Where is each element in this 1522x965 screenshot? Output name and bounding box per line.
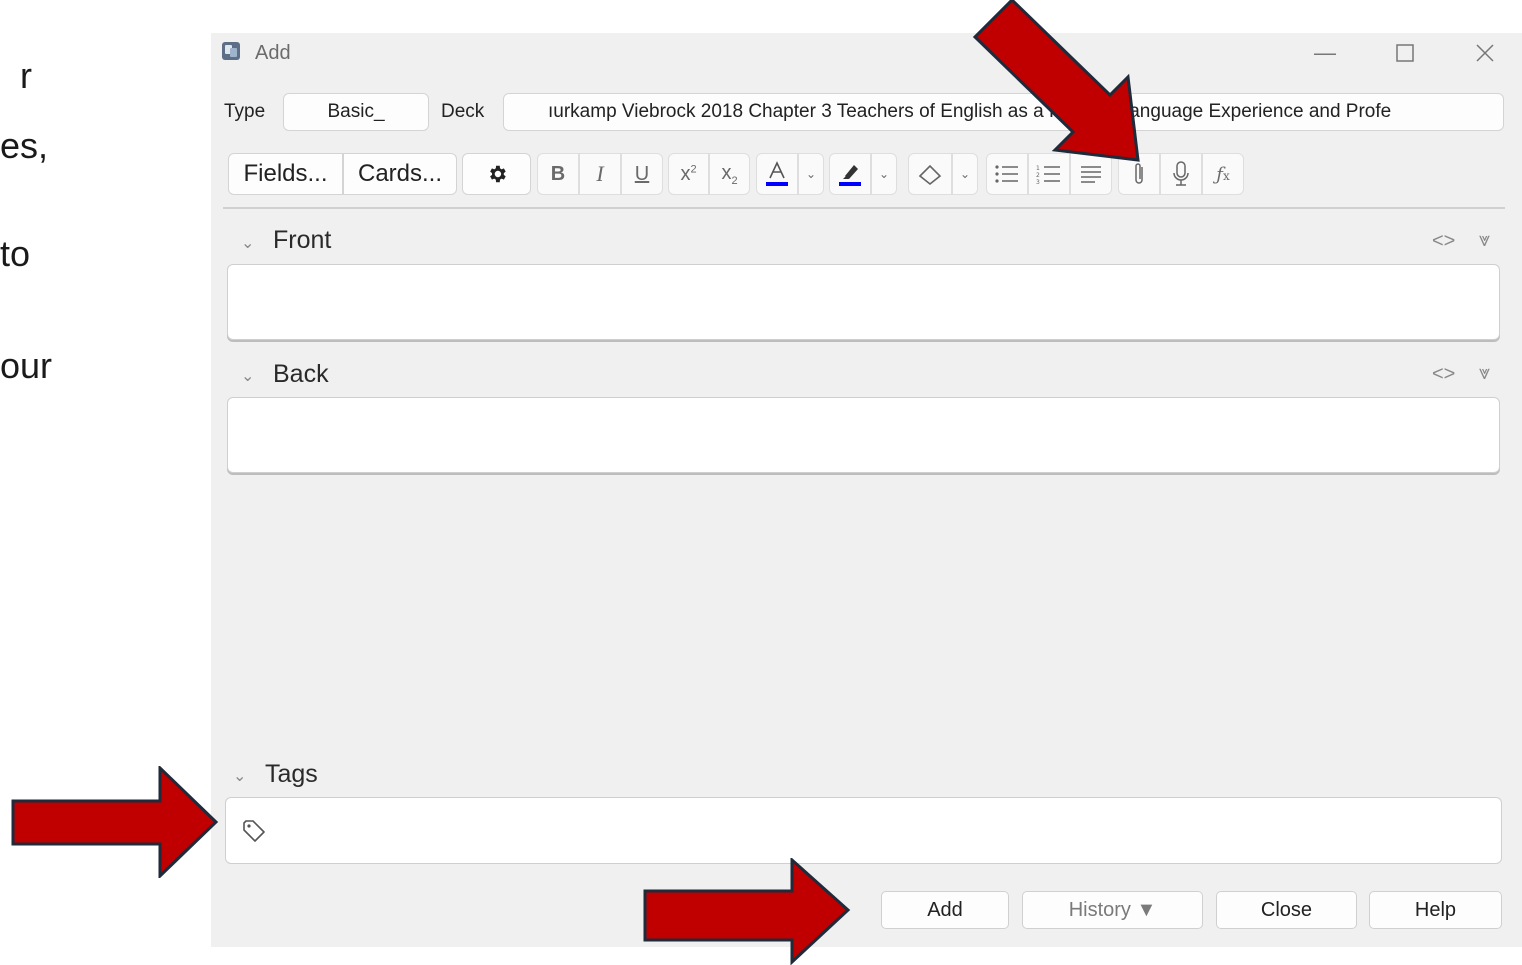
- bg-text-fragment: r: [20, 55, 32, 96]
- superscript-icon: x2: [680, 162, 697, 185]
- note-type-value: Basic_: [327, 101, 385, 122]
- html-editor-icon[interactable]: <>: [1432, 230, 1455, 253]
- collapse-back-icon[interactable]: ⌄: [241, 366, 254, 386]
- function-icon: ƒx: [1216, 163, 1230, 185]
- tags-label: Tags: [265, 760, 318, 788]
- bg-text-fragment: es,: [0, 125, 49, 166]
- front-field-input[interactable]: [227, 264, 1500, 340]
- close-button-label: Close: [1260, 898, 1313, 921]
- type-label: Type: [224, 101, 266, 122]
- maximize-icon[interactable]: [1385, 37, 1425, 69]
- pin-icon[interactable]: ⩔: [1479, 229, 1490, 252]
- microphone-icon: [1173, 161, 1189, 186]
- close-window-icon[interactable]: [1465, 37, 1505, 69]
- underline-icon: U: [634, 162, 650, 185]
- add-button-label: Add: [927, 898, 963, 921]
- eraser-icon: [918, 164, 942, 186]
- underline-button[interactable]: U: [621, 153, 663, 195]
- front-field-label: Front: [273, 226, 332, 254]
- deck-label: Deck: [441, 101, 485, 122]
- highlighter-icon: [839, 165, 861, 186]
- superscript-button[interactable]: x2: [668, 153, 709, 195]
- add-note-window: Add — Type Basic_ Deck ıurkamp Viebrock …: [211, 33, 1522, 947]
- chevron-down-icon: ⌄: [805, 167, 817, 181]
- back-field-input[interactable]: [227, 397, 1500, 473]
- italic-icon: I: [596, 161, 604, 186]
- chevron-down-icon: ⌄: [878, 167, 890, 181]
- help-button-label: Help: [1414, 898, 1457, 921]
- pin-icon[interactable]: ⩔: [1479, 362, 1490, 385]
- app-icon: [222, 42, 240, 60]
- record-audio-button[interactable]: [1160, 153, 1202, 195]
- text-color-icon: [766, 161, 788, 186]
- tags-input[interactable]: [225, 797, 1502, 864]
- history-button[interactable]: History ▼: [1022, 891, 1203, 929]
- highlight-color-dropdown[interactable]: ⌄: [871, 153, 897, 195]
- minimize-icon[interactable]: —: [1305, 37, 1345, 69]
- svg-text:2: 2: [1036, 172, 1040, 179]
- gear-icon: [489, 165, 506, 183]
- fields-button-label: Fields...: [243, 160, 328, 187]
- annotation-arrow-add: [643, 858, 851, 965]
- bold-icon: B: [550, 162, 566, 185]
- back-field-label: Back: [273, 360, 329, 388]
- title-bar: Add —: [211, 33, 1522, 73]
- annotation-arrow-attach: [972, 0, 1140, 162]
- bg-text-fragment: to: [0, 233, 31, 274]
- eraser-button[interactable]: [908, 153, 952, 195]
- tag-icon: [243, 820, 265, 842]
- annotation-arrow-tags: [11, 766, 219, 878]
- cards-button-label: Cards...: [357, 160, 443, 187]
- italic-button[interactable]: I: [579, 153, 621, 195]
- cards-button[interactable]: Cards...: [343, 153, 457, 195]
- svg-text:3: 3: [1036, 179, 1040, 185]
- bold-button[interactable]: B: [537, 153, 579, 195]
- note-type-selector[interactable]: Basic_: [283, 93, 429, 131]
- help-button[interactable]: Help: [1369, 891, 1502, 929]
- collapse-tags-icon[interactable]: ⌄: [233, 766, 246, 786]
- toolbar-separator: [223, 207, 1505, 209]
- text-color-dropdown[interactable]: ⌄: [798, 153, 824, 195]
- math-button[interactable]: ƒx: [1202, 153, 1244, 195]
- add-button[interactable]: Add: [881, 891, 1009, 929]
- html-editor-icon[interactable]: <>: [1432, 363, 1455, 386]
- options-gear-button[interactable]: [462, 153, 531, 195]
- window-title: Add: [255, 42, 291, 64]
- highlight-color-button[interactable]: [829, 153, 871, 195]
- history-button-label: History ▼: [1068, 898, 1157, 921]
- subscript-button[interactable]: x2: [709, 153, 750, 195]
- subscript-icon: x2: [721, 161, 738, 187]
- fields-button[interactable]: Fields...: [228, 153, 343, 195]
- text-color-button[interactable]: [756, 153, 798, 195]
- collapse-front-icon[interactable]: ⌄: [241, 233, 254, 253]
- bg-text-fragment: our: [0, 345, 53, 386]
- close-button[interactable]: Close: [1216, 891, 1357, 929]
